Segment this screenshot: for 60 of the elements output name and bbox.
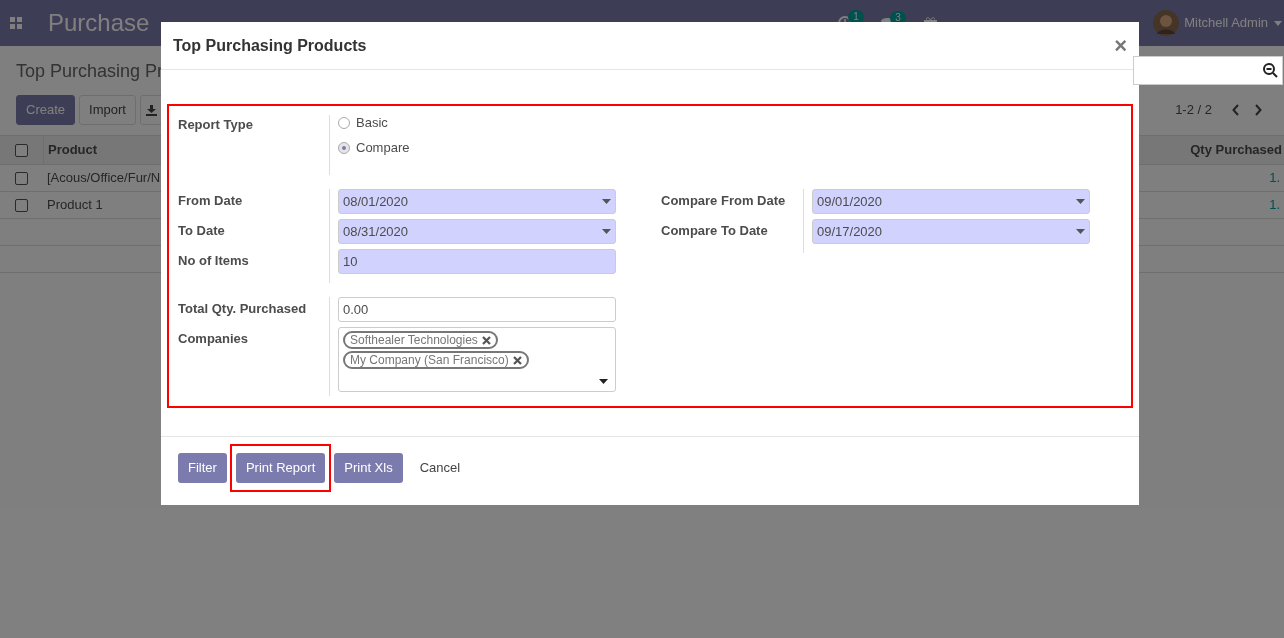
field-label: Report Type <box>178 116 254 134</box>
page-title: Top Purchasing Pr <box>16 60 164 83</box>
user-name[interactable]: Mitchell Admin <box>1184 13 1268 33</box>
cancel-button[interactable]: Cancel <box>409 453 471 483</box>
field-value: 0.00 <box>343 300 369 319</box>
radio-button[interactable] <box>338 116 350 129</box>
action-button[interactable]: Import <box>79 95 136 125</box>
field-label: Compare To Date <box>661 222 769 240</box>
remove-icon[interactable] <box>481 335 491 345</box>
row-checkbox[interactable] <box>15 171 28 185</box>
close-button[interactable]: × <box>1114 34 1127 57</box>
dialog-button[interactable]: Filter <box>178 453 227 483</box>
radio-button[interactable] <box>338 141 350 154</box>
dialog-title: Top Purchasing Products <box>173 35 367 56</box>
radio-label[interactable]: Basic <box>356 112 388 133</box>
field-label: Companies <box>178 330 250 348</box>
field-value: 09/17/2020 <box>817 222 883 241</box>
action-button[interactable]: Create <box>16 95 76 125</box>
tag-label: Softhealer Technologies <box>350 332 478 349</box>
field-value: 10 <box>343 252 358 271</box>
date-field[interactable]: 08/01/2020 <box>338 189 616 214</box>
field-label: To Date <box>178 222 226 240</box>
dropdown-caret-icon[interactable] <box>599 379 608 384</box>
caret-icon[interactable] <box>1274 20 1282 26</box>
table-cell-text: 1. <box>1269 196 1280 215</box>
input-field[interactable]: 0.00 <box>338 297 616 322</box>
table-cell-text: Product 1 <box>46 196 103 215</box>
field-value: 08/31/2020 <box>343 222 409 241</box>
previous-icon[interactable] <box>1232 104 1240 116</box>
app-name: Purchase <box>48 8 150 38</box>
row-checkbox[interactable] <box>15 143 28 157</box>
next-icon[interactable] <box>1254 104 1262 116</box>
input-field[interactable]: 10 <box>338 249 616 274</box>
search-field[interactable] <box>1133 56 1283 85</box>
field-label: No of Items <box>178 252 250 270</box>
date-field[interactable]: 08/31/2020 <box>338 219 616 244</box>
search-icon[interactable] <box>1263 63 1278 78</box>
dialog-button[interactable]: Print Report <box>235 453 326 483</box>
remove-icon[interactable] <box>512 355 522 365</box>
field-label: From Date <box>178 192 244 210</box>
field-label: Compare From Date <box>661 192 787 210</box>
download-button[interactable] <box>139 95 164 125</box>
tag-label: My Company (San Francisco) <box>350 352 509 369</box>
table-cell-text: [Acous/Office/Fur/N <box>46 169 161 188</box>
apps-menu-icon[interactable] <box>10 17 22 29</box>
pager-value: 1-2 / 2 <box>1175 101 1212 120</box>
field-value: 09/01/2020 <box>817 192 883 211</box>
column-header[interactable]: Qty Purchased <box>1190 140 1282 160</box>
tags-field[interactable]: Softhealer Technologies My Company (San Francisco) <box>338 327 616 392</box>
column-header[interactable]: Product <box>43 136 98 164</box>
radio-label[interactable]: Compare <box>356 137 410 158</box>
field-label: Total Qty. Purchased <box>178 300 308 318</box>
user-avatar[interactable] <box>1153 10 1180 36</box>
table-cell-text: 1. <box>1269 169 1280 188</box>
date-field[interactable]: 09/01/2020 <box>812 189 1090 214</box>
dialog-button[interactable]: Print Xls <box>334 453 403 483</box>
row-checkbox[interactable] <box>15 198 28 212</box>
download-icon <box>146 104 158 116</box>
field-value: 08/01/2020 <box>343 192 409 211</box>
date-field[interactable]: 09/17/2020 <box>812 219 1090 244</box>
